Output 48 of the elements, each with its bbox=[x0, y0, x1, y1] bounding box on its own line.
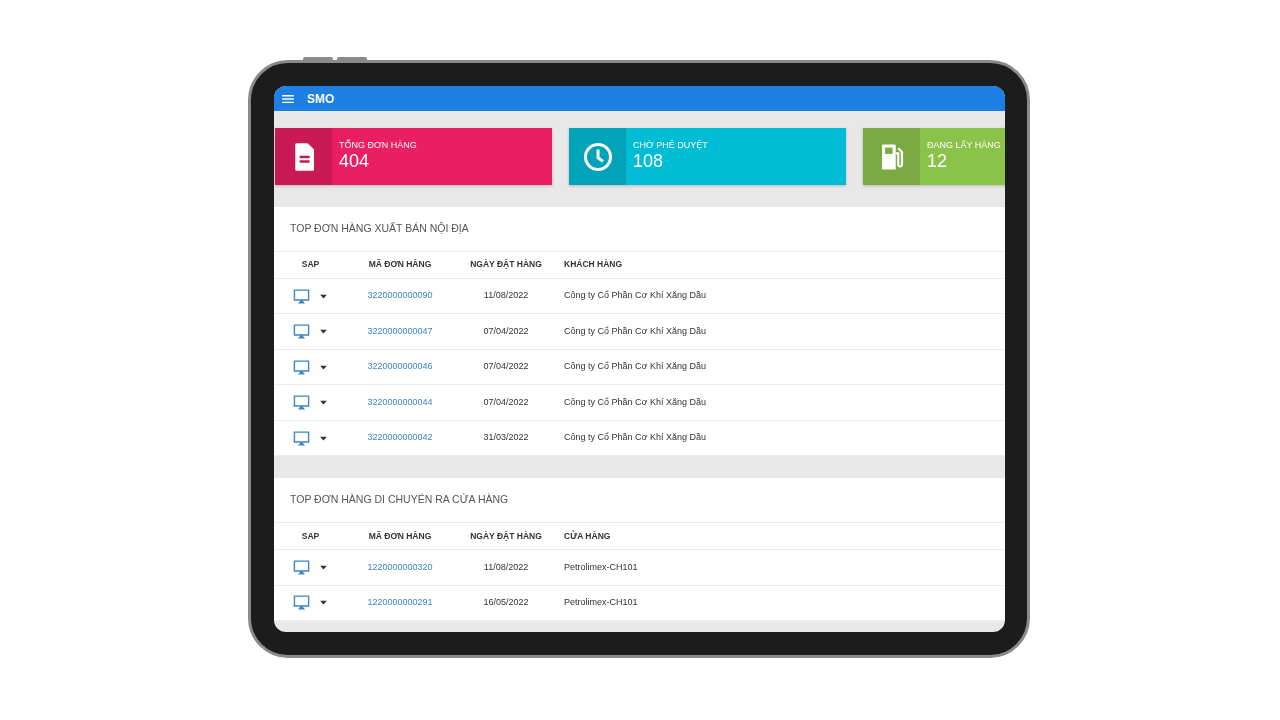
order-link[interactable]: 3220000000090 bbox=[367, 290, 433, 301]
stat-label: ĐANG LẤY HÀNG bbox=[927, 139, 1002, 151]
section-title: TOP ĐƠN HÀNG XUẤT BÁN NỘI ĐỊA bbox=[274, 207, 1005, 252]
order-link[interactable]: 1220000000291 bbox=[367, 597, 433, 607]
stat-value: 404 bbox=[339, 151, 371, 171]
table-cell-text: Petrolimex-CH101 bbox=[563, 560, 638, 574]
order-link[interactable]: 3220000000046 bbox=[367, 361, 433, 372]
table-cell-text: Petrolimex-CH101 bbox=[563, 596, 638, 609]
order-link[interactable]: 1220000000320 bbox=[367, 561, 433, 572]
table-cell-text: Công ty Cổ Phần Cơ Khí Xăng Dầu bbox=[563, 395, 706, 409]
column-header: KHÁCH HÀNG bbox=[563, 258, 623, 272]
table-cell-text: Công ty Cổ Phần Cơ Khí Xăng Dầu bbox=[563, 431, 706, 445]
section-title: TOP ĐƠN HÀNG DI CHUYỂN RA CỬA HÀNG bbox=[274, 478, 1005, 523]
column-header: MÃ ĐƠN HÀNG bbox=[367, 258, 433, 272]
column-header: CỬA HÀNG bbox=[563, 529, 611, 543]
caret-icon[interactable] bbox=[319, 327, 328, 336]
monitor-icon[interactable] bbox=[293, 358, 310, 376]
order-link[interactable]: 3220000000042 bbox=[367, 432, 433, 443]
column-header: NGÀY ĐẶT HÀNG bbox=[469, 258, 543, 272]
table-cell-text: 16/05/2022 bbox=[482, 596, 530, 609]
table-cell-text: 11/08/2022 bbox=[482, 560, 530, 574]
clock-icon bbox=[582, 141, 613, 172]
stat-label: CHỜ PHÊ DUYỆT bbox=[633, 139, 709, 151]
table-cell-text: Công ty Cổ Phần Cơ Khí Xăng Dầu bbox=[563, 324, 706, 338]
column-header: SAP bbox=[300, 258, 321, 272]
stat-value: 108 bbox=[633, 151, 665, 171]
table-cell-text: 07/04/2022 bbox=[482, 360, 530, 374]
monitor-icon[interactable] bbox=[293, 287, 310, 305]
table-cell-text: Công ty Cổ Phần Cơ Khí Xăng Dầu bbox=[563, 289, 706, 303]
column-header: MÃ ĐƠN HÀNG bbox=[367, 529, 433, 543]
stat-value: 12 bbox=[927, 151, 949, 171]
monitor-icon[interactable] bbox=[293, 323, 310, 340]
column-header: SAP bbox=[300, 529, 321, 543]
order-link[interactable]: 3220000000047 bbox=[367, 325, 433, 336]
table-cell-text: 07/04/2022 bbox=[482, 324, 530, 338]
table-cell-text: 11/08/2022 bbox=[482, 289, 530, 303]
monitor-icon[interactable] bbox=[293, 594, 310, 612]
monitor-icon[interactable] bbox=[293, 558, 310, 576]
column-header: NGÀY ĐẶT HÀNG bbox=[469, 529, 543, 543]
table-cell-text: 31/03/2022 bbox=[482, 431, 530, 445]
monitor-icon[interactable] bbox=[293, 429, 310, 447]
table-cell-text: Công ty Cổ Phần Cơ Khí Xăng Dầu bbox=[563, 360, 706, 374]
order-link[interactable]: 3220000000044 bbox=[367, 396, 433, 407]
stat-label: TỔNG ĐƠN HÀNG bbox=[339, 139, 418, 151]
app-title: SMO bbox=[307, 90, 335, 108]
caret-icon[interactable] bbox=[319, 398, 328, 407]
monitor-icon[interactable] bbox=[293, 394, 310, 411]
table-cell-text: 07/04/2022 bbox=[482, 395, 530, 409]
